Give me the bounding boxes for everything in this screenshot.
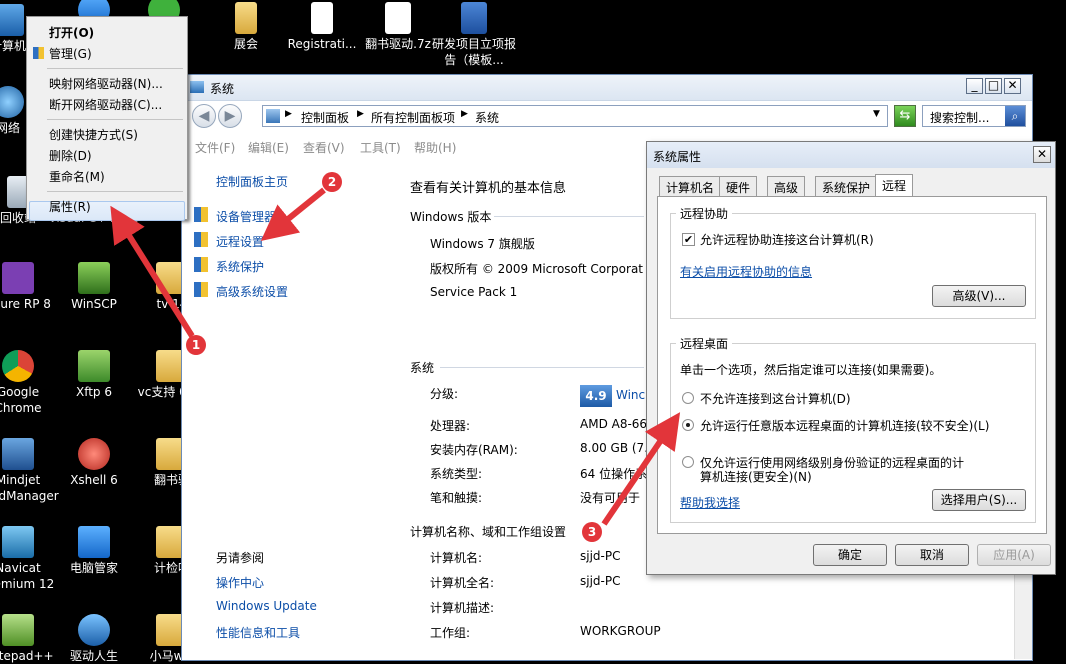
annotation-badge-1: 1 — [186, 335, 206, 355]
annotation-arrows — [110, 187, 681, 526]
annotation-badge-3: 3 — [582, 522, 602, 542]
annotation-badge-2: 2 — [322, 172, 342, 192]
annotation-arrow-3 — [601, 412, 681, 526]
annotation-arrow-2 — [260, 187, 326, 242]
annotation-arrow-1 — [110, 205, 195, 338]
